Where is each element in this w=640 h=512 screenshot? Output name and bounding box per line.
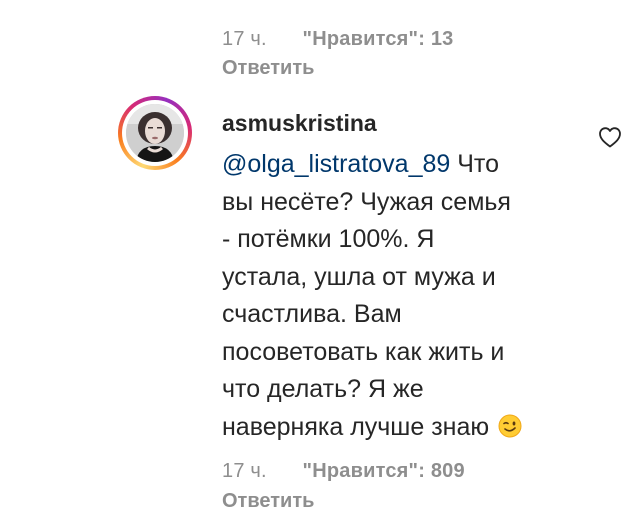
comment-line: счастлива. Вам [222,300,402,328]
comment-line: вы несёте? Чужая семья [222,187,511,216]
comment-line: - потёмки 100%. Я [222,225,435,253]
comment-likes[interactable]: "Нравится": 809 [303,460,465,482]
comment-line: наверняка лучше знаю [222,412,490,441]
heart-outline-icon[interactable] [598,126,622,148]
reply-button[interactable]: Ответить [222,490,314,512]
previous-comment-meta: 17 ч. "Нравится": 13 [222,28,453,51]
previous-comment-likes[interactable]: "Нравится": 13 [303,28,454,50]
comment-text: @olga_listratova_89 Что вы несёте? Чужая… [222,146,582,449]
previous-comment-reply-button[interactable]: Ответить [222,57,314,80]
comment-line: устала, ушла от мужа и [222,262,496,291]
comment-line: посоветовать как жить и [222,337,505,366]
mention-link[interactable]: @olga_listratova_89 [222,150,450,178]
comment-time: 17 ч. [222,460,267,482]
comment-username[interactable]: asmuskristina [222,110,377,137]
comment-meta: 17 ч. "Нравится": 809 [222,460,465,483]
comment-line: что делать? Я же [222,375,424,403]
avatar[interactable] [118,96,192,170]
avatar-photo [126,104,184,162]
previous-comment-time: 17 ч. [222,28,267,50]
comment-thread: 17 ч. "Нравится": 13 Ответить asmuskrist… [0,0,640,512]
winking-face-icon [498,412,522,450]
comment-line: Что [450,150,499,178]
